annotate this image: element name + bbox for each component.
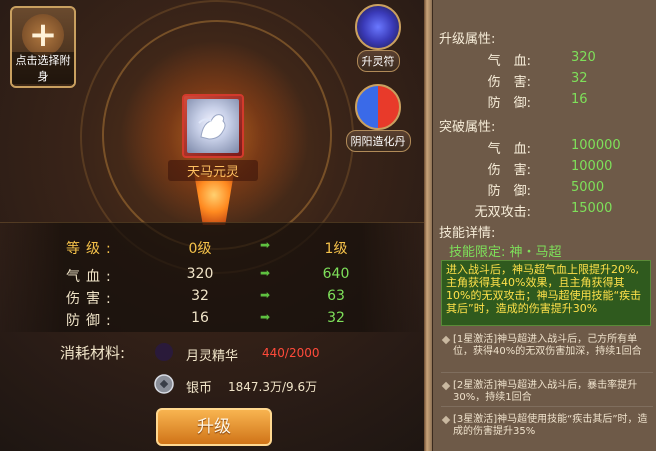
attr-value: 16 (571, 92, 588, 107)
breakthrough-attr-row: 伤 害: 10000 (433, 159, 656, 178)
attr-key: 气 血: (487, 142, 531, 157)
stat-label: 伤害: (66, 291, 117, 307)
breakthrough-attr-row: 气 血: 100000 (433, 138, 656, 157)
stat-next: 1级 (324, 241, 348, 257)
star-bonus-1: [1星激活]神马超进入战斗后，己方所有单位，获得40%的无双伤害加深，持续1回合 (441, 334, 655, 358)
silver-coin-name: 银币 (186, 381, 213, 396)
upgrade-charm-button[interactable]: 升灵符 (342, 4, 414, 72)
attr-value: 32 (571, 71, 588, 86)
breakthrough-attrs-title: 突破属性: (439, 120, 496, 135)
divider (441, 372, 653, 373)
stat-label: 气血: (66, 269, 117, 285)
stat-next: 32 (327, 310, 345, 326)
crescent-moon-icon (155, 343, 173, 361)
skill-limit: 技能限定: 神・马超 (449, 245, 562, 260)
star-bonus-text: [1星激活]神马超进入战斗后，己方所有单位，获得40%的无双伤害加深，持续1回合 (453, 334, 642, 357)
spirit-card[interactable] (182, 94, 244, 158)
spirit-portrait (187, 99, 239, 153)
stat-label: 防御: (66, 313, 117, 329)
stat-label: 等级: (66, 241, 117, 257)
star-bonus-text: [3星激活]神马超使用技能“疾击其后”时，造成的伤害提升35% (453, 414, 648, 437)
yin-yang-icon (355, 84, 401, 130)
blue-swirl-icon (355, 4, 401, 50)
stat-next: 63 (327, 288, 345, 304)
divider (441, 406, 653, 407)
upgrade-attr-row: 防 御: 16 (433, 92, 656, 111)
arrow-right-icon: ➡ (260, 266, 271, 280)
star-bonus-3: [3星激活]神马超使用技能“疾击其后”时，造成的伤害提升35% (441, 414, 655, 438)
skill-details-title: 技能详情: (439, 226, 496, 241)
yin-yang-pill-label: 阴阳造化丹 (345, 130, 411, 152)
upgrade-charm-label: 升灵符 (356, 50, 400, 72)
attr-key: 无双攻击: (474, 205, 531, 220)
silver-coin-value: 1847.3万/9.6万 (228, 380, 318, 394)
stat-current: 32 (191, 288, 209, 304)
diamond-bullet-icon (441, 381, 451, 391)
plus-icon: + (22, 14, 64, 56)
select-possession-button[interactable]: + 点击选择附身 (10, 6, 76, 88)
materials-label: 消耗材料: (60, 344, 126, 362)
attr-key: 伤 害: (487, 75, 531, 90)
spirit-name: 天马元灵 (168, 160, 258, 181)
attribute-panel-body: 升级属性: 气 血: 320 伤 害: 32 防 御: 16 突破属性: 气 血… (432, 0, 656, 451)
attr-value: 320 (571, 50, 596, 65)
attr-key: 防 御: (487, 184, 531, 199)
upgrade-attr-row: 气 血: 320 (433, 50, 656, 69)
yin-yang-pill-button[interactable]: 阴阳造化丹 (342, 84, 414, 152)
diamond-bullet-icon (441, 335, 451, 345)
diamond-bullet-icon (441, 415, 451, 425)
summon-panel: + 点击选择附身 天马元灵 升灵符 阴阳造化丹 等级: 0级 ➡ 1级 气血: … (0, 0, 424, 451)
upgrade-button[interactable]: 升级 (156, 408, 272, 446)
attr-value: 10000 (571, 159, 613, 174)
stat-next: 640 (322, 266, 350, 282)
star-bonus-2: [2星激活]神马超进入战斗后，暴击率提升30%，持续1回合 (441, 380, 655, 404)
moon-essence-count: 440/2000 (262, 346, 320, 360)
silver-coin-icon (154, 374, 174, 394)
attr-value: 100000 (571, 138, 621, 153)
attr-value: 5000 (571, 180, 605, 195)
stat-row-defense: 防御: 16 ➡ 32 (0, 310, 424, 332)
breakthrough-attr-row: 无双攻击: 15000 (433, 201, 656, 220)
stat-current: 16 (191, 310, 209, 326)
arrow-right-icon: ➡ (260, 310, 271, 324)
attr-key: 气 血: (487, 54, 531, 69)
stat-row-hp: 气血: 320 ➡ 640 (0, 266, 424, 288)
moon-essence-name: 月灵精华 (186, 349, 239, 364)
stat-row-level: 等级: 0级 ➡ 1级 (0, 238, 424, 260)
arrow-right-icon: ➡ (260, 238, 271, 252)
skill-description: 进入战斗后，神马超气血上限提升20%,主角获得其40%效果，且主角获得其10%的… (441, 260, 651, 326)
stat-current: 320 (186, 266, 214, 282)
stat-current: 0级 (188, 241, 212, 257)
star-bonus-text: [2星激活]神马超进入战斗后，暴击率提升30%，持续1回合 (453, 380, 638, 403)
pegasus-icon (198, 114, 226, 140)
attr-key: 防 御: (487, 96, 531, 111)
attr-value: 15000 (571, 201, 613, 216)
upgrade-attrs-title: 升级属性: (439, 32, 496, 47)
arrow-right-icon: ➡ (260, 288, 271, 302)
breakthrough-attr-row: 防 御: 5000 (433, 180, 656, 199)
upgrade-attr-row: 伤 害: 32 (433, 71, 656, 90)
stat-row-damage: 伤害: 32 ➡ 63 (0, 288, 424, 310)
select-possession-label: 点击选择附身 (12, 52, 74, 84)
attr-key: 伤 害: (487, 163, 531, 178)
attribute-panel: 升级属性: 气 血: 320 伤 害: 32 防 御: 16 突破属性: 气 血… (424, 0, 656, 451)
